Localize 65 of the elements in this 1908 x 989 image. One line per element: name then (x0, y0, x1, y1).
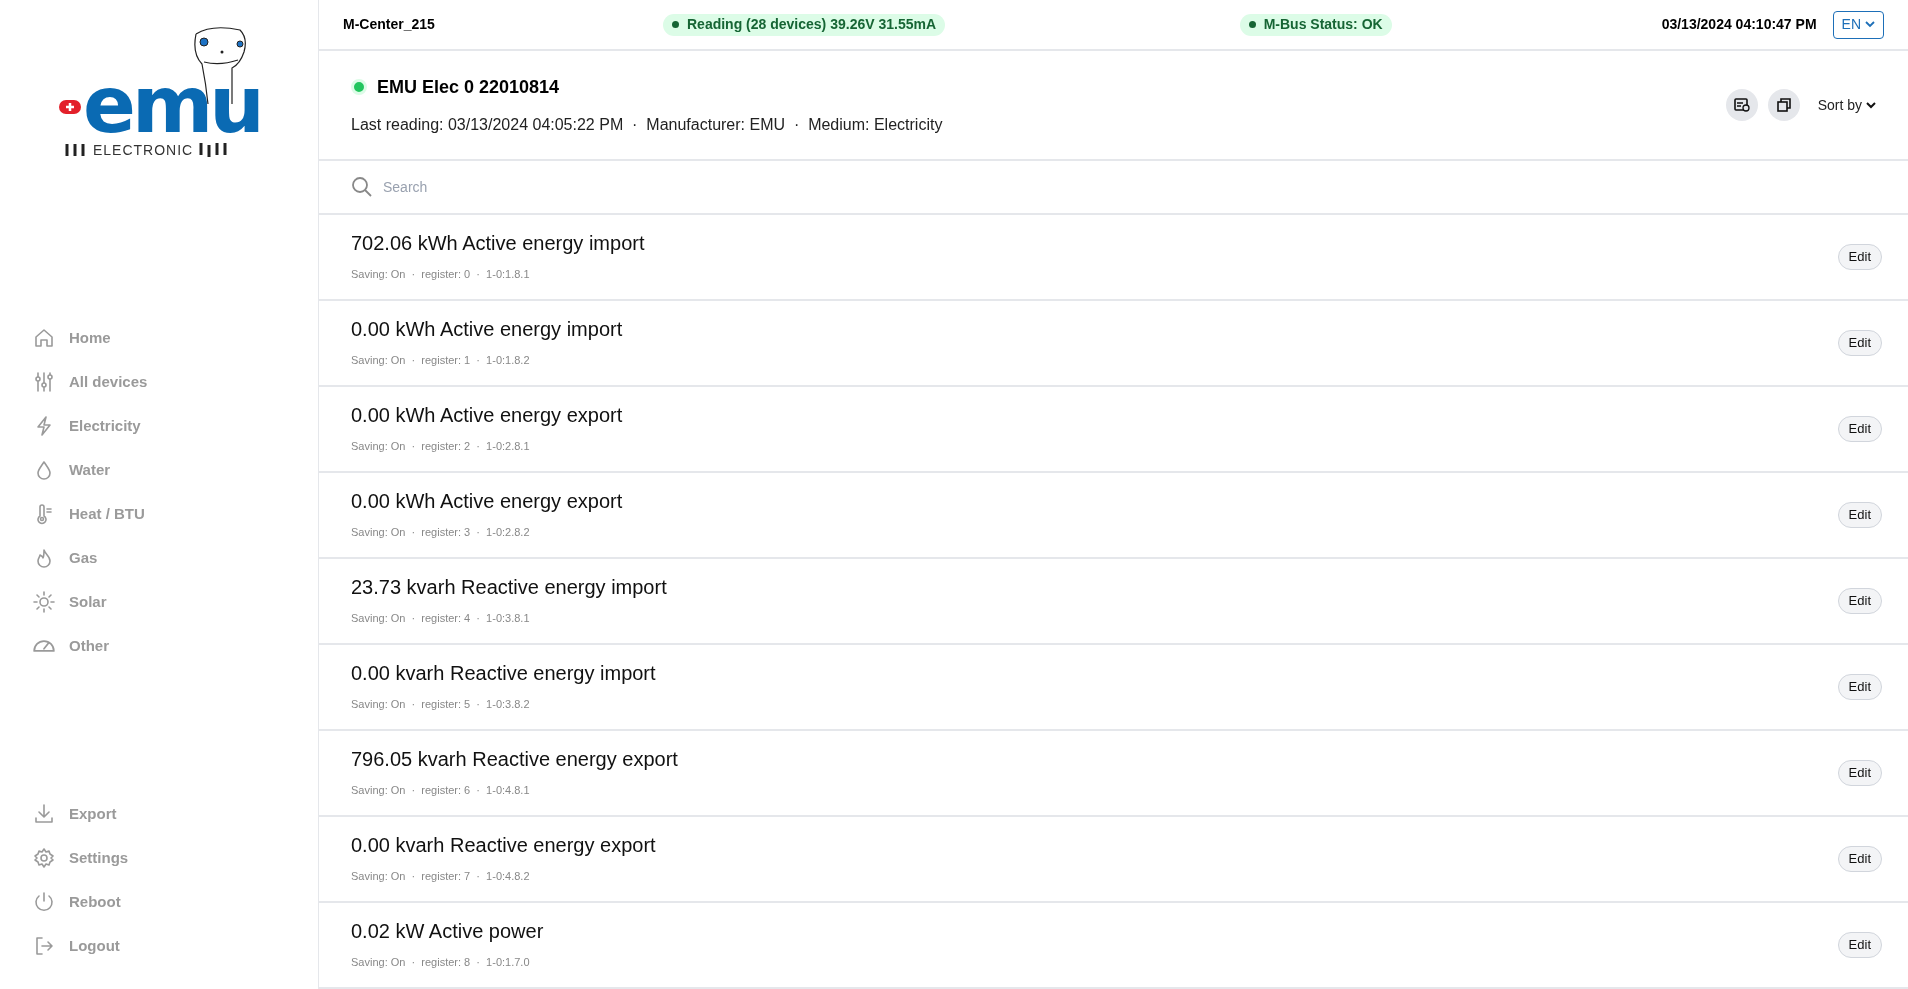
nav-link[interactable]: Water (0, 448, 318, 492)
register-details: Saving: On · register: 3 · 1-0:2.8.2 (351, 525, 531, 541)
register-title: 0.00 kWh Active energy export (351, 489, 624, 515)
edit-button[interactable]: Edit (1837, 416, 1882, 442)
register-title: 796.05 kvarh Reactive energy export (351, 747, 679, 773)
gauge-icon (33, 640, 55, 652)
date-time: 03/13/2024 04:10:47 PM (1661, 15, 1817, 34)
edit-button[interactable]: Edit (1837, 330, 1882, 356)
nav-link[interactable]: Electricity (0, 404, 318, 448)
register-details: Saving: On · register: 5 · 1-0:3.8.2 (351, 697, 531, 713)
logo-tagline: ELECTRONIC (93, 143, 194, 157)
bars-icon (199, 142, 230, 158)
nav-link[interactable]: All devices (0, 360, 318, 404)
edit-button[interactable]: Edit (1837, 502, 1882, 528)
register-details: Saving: On · register: 7 · 1-0:4.8.2 (351, 869, 531, 885)
nav-link[interactable]: Solar (0, 580, 318, 624)
copy-icon[interactable] (1767, 89, 1800, 121)
nav-link[interactable]: Home (0, 316, 318, 360)
edit-button[interactable]: Edit (1837, 244, 1882, 270)
register-details: Saving: On · register: 6 · 1-0:4.8.1 (351, 783, 531, 799)
register-title: 0.00 kvarh Reactive energy export (351, 833, 657, 859)
register-details: Saving: On · register: 4 · 1-0:3.8.1 (351, 611, 531, 627)
bars-icon (65, 143, 87, 157)
nav-link[interactable]: Logout (0, 924, 318, 968)
nav-link[interactable]: Reboot (0, 880, 318, 924)
logo-wordmark: emu (83, 70, 261, 140)
search-icon (351, 176, 373, 198)
register-title: 0.00 kvarh Reactive energy import (351, 661, 657, 687)
sort-dropdown[interactable]: Sort by (1817, 94, 1876, 116)
device-name: M-Center_215 (343, 15, 436, 34)
edit-button[interactable]: Edit (1837, 932, 1882, 958)
register-title: 0.00 kWh Active energy export (351, 403, 624, 429)
register-title: 702.06 kWh Active energy import (351, 231, 646, 257)
nav-link[interactable]: Export (0, 792, 318, 836)
device-meta: Last reading: 03/13/2024 04:05:22 PM · Manufacturer: EMU · Medium: Electricity (351, 114, 944, 135)
edit-button[interactable]: Edit (1837, 588, 1882, 614)
swiss-flag-icon (59, 100, 81, 114)
search-field[interactable]: Search (383, 176, 1876, 198)
home-icon (33, 327, 55, 349)
sun-icon (33, 591, 55, 613)
status-badge: M-Bus Status: OK (1239, 13, 1392, 36)
register-details: Saving: On · register: 0 · 1-0:1.8.1 (351, 267, 531, 283)
download-icon (33, 803, 55, 825)
language-select[interactable]: EN (1832, 10, 1884, 39)
register-title: 23.73 kvarh Reactive energy import (351, 575, 668, 601)
power-icon (33, 891, 55, 913)
caret-icon (1866, 101, 1876, 109)
nav-link[interactable]: Gas (0, 536, 318, 580)
register-details: Saving: On · register: 1 · 1-0:1.8.2 (351, 353, 531, 369)
logout-icon (33, 935, 55, 957)
sliders-icon (33, 371, 55, 393)
nav-link[interactable]: Heat / BTU (0, 492, 318, 536)
register-details: Saving: On · register: 2 · 1-0:2.8.1 (351, 439, 531, 455)
register-title: 0.02 kW Active power (351, 919, 545, 945)
edit-button[interactable]: Edit (1837, 760, 1882, 786)
settings-icon (33, 847, 55, 869)
edit-button[interactable]: Edit (1837, 674, 1882, 700)
device-title: EMU Elec 0 22010814 (377, 75, 560, 99)
caret-icon (1865, 21, 1875, 28)
edit-button[interactable]: Edit (1837, 846, 1882, 872)
status-badge: Reading (28 devices) 39.26V 31.55mA (663, 13, 946, 36)
nav-link[interactable]: Other (0, 624, 318, 668)
nav-link[interactable]: Settings (0, 836, 318, 880)
register-title: 0.00 kWh Active energy import (351, 317, 624, 343)
register-details: Saving: On · register: 8 · 1-0:1.7.0 (351, 955, 531, 971)
